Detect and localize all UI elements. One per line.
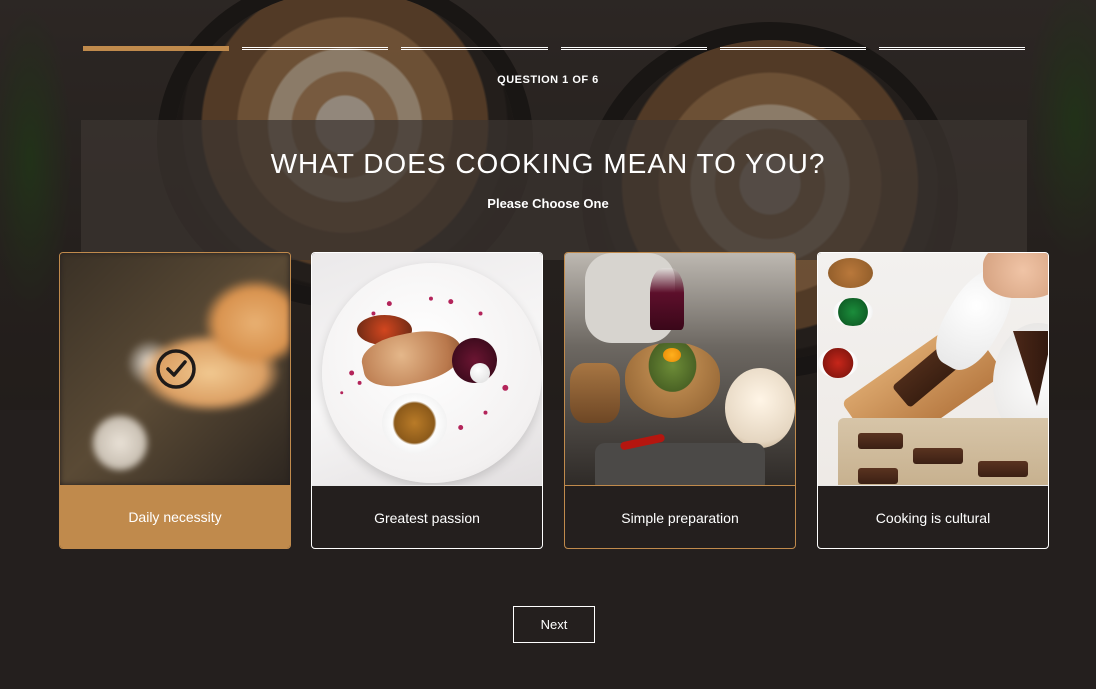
option-image xyxy=(312,253,542,485)
next-button[interactable]: Next xyxy=(513,606,595,643)
progress-step xyxy=(242,47,389,50)
question-panel xyxy=(81,120,1027,260)
option-image xyxy=(565,253,795,485)
progress-step xyxy=(560,47,707,50)
option-greatest-passion[interactable]: Greatest passion xyxy=(311,252,543,549)
progress-step xyxy=(83,46,230,51)
option-label: Simple preparation xyxy=(565,485,795,548)
option-image xyxy=(60,253,290,485)
question-counter: QUESTION 1 OF 6 xyxy=(497,74,599,86)
option-simple-preparation[interactable]: Simple preparation xyxy=(564,252,796,549)
option-label: Cooking is cultural xyxy=(818,485,1048,548)
option-label: Greatest passion xyxy=(312,485,542,548)
progress-bar xyxy=(83,46,1026,52)
answer-options: Daily necessity Greatest passion Simple … xyxy=(59,252,1049,549)
question-title: WHAT DOES COOKING MEAN TO YOU? xyxy=(270,148,826,179)
progress-step xyxy=(719,47,866,50)
question-subtitle: Please Choose One xyxy=(487,196,609,211)
check-circle-icon xyxy=(156,349,196,389)
progress-step xyxy=(878,47,1026,50)
option-daily-necessity[interactable]: Daily necessity xyxy=(59,252,291,549)
option-image xyxy=(818,253,1048,485)
progress-step xyxy=(401,47,548,50)
option-cooking-is-cultural[interactable]: Cooking is cultural xyxy=(817,252,1049,549)
option-label: Daily necessity xyxy=(60,485,290,548)
